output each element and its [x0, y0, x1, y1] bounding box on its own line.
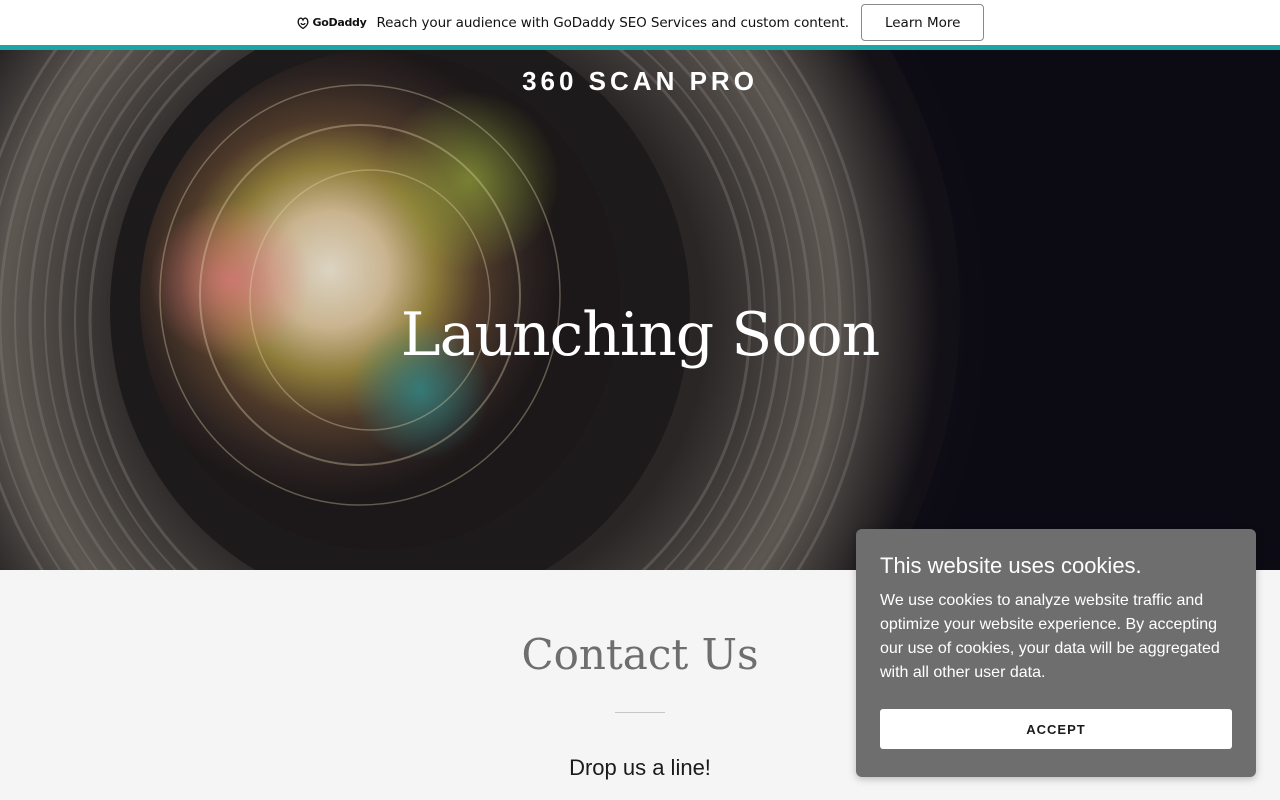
godaddy-logo: GoDaddy	[296, 16, 367, 30]
contact-divider	[615, 712, 665, 713]
cookie-banner: This website uses cookies. We use cookie…	[856, 529, 1256, 777]
promo-message: Reach your audience with GoDaddy SEO Ser…	[376, 14, 850, 31]
godaddy-logo-icon	[297, 16, 308, 29]
site-title: 360 SCAN PRO	[522, 66, 758, 96]
hero-section: 360 SCAN PRO Launching Soon	[0, 50, 1280, 570]
cookie-banner-body: We use cookies to analyze website traffi…	[880, 592, 1220, 681]
accept-cookies-button[interactable]: ACCEPT	[880, 709, 1232, 749]
godaddy-logo-text: GoDaddy	[312, 16, 367, 29]
learn-more-button[interactable]: Learn More	[860, 4, 985, 41]
cookie-banner-title: This website uses cookies.	[880, 553, 1142, 578]
hero-heading: Launching Soon	[400, 300, 880, 370]
promo-bar: GoDaddy Reach your audience with GoDaddy…	[0, 0, 1280, 45]
